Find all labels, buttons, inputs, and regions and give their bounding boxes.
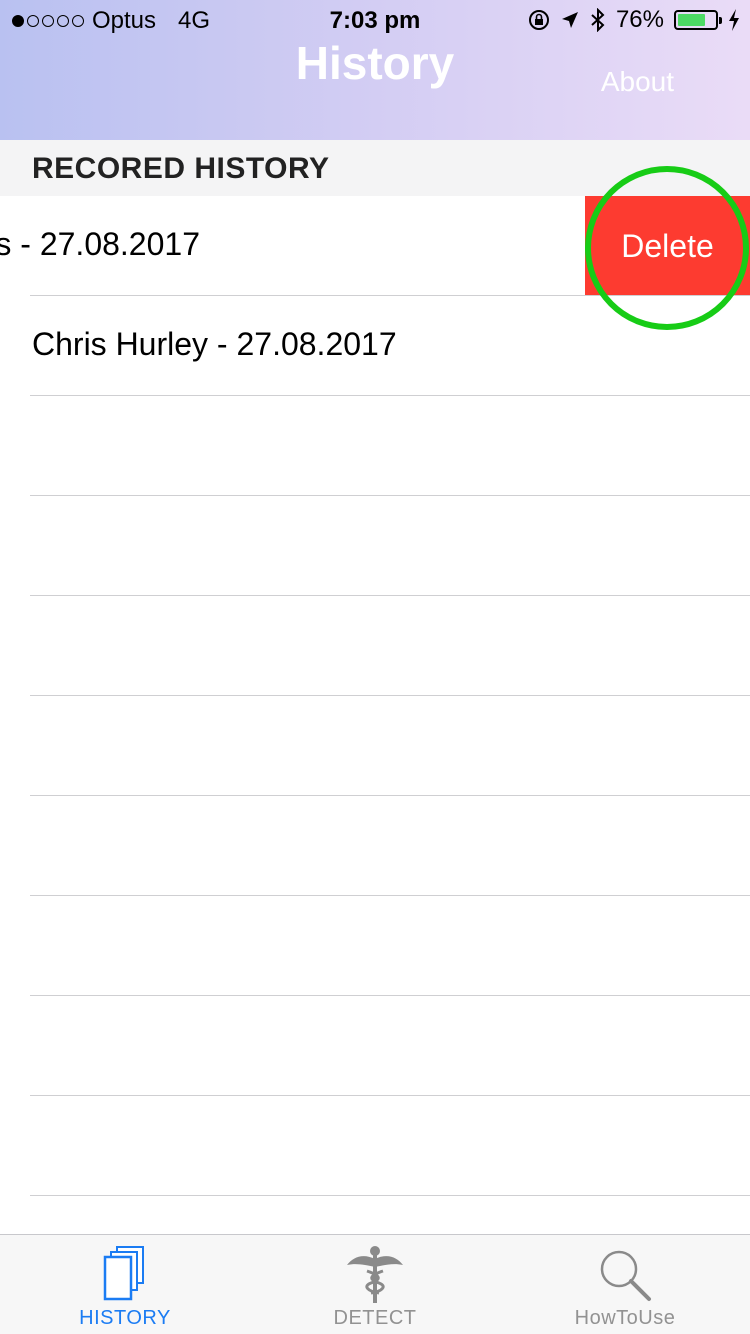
empty-row	[0, 1096, 750, 1196]
status-right: 76%	[528, 6, 740, 34]
tab-label: HISTORY	[79, 1307, 171, 1329]
empty-row	[0, 496, 750, 596]
highlight-circle	[585, 166, 749, 330]
history-entry-label: ones - 27.08.2017	[0, 226, 200, 262]
battery-percent: 76%	[615, 6, 664, 33]
history-table: ones - 27.08.2017 Delete Chris Hurley - …	[0, 196, 750, 1196]
tab-bar: HISTORY DETECT HowToUse	[0, 1234, 750, 1334]
empty-row	[0, 796, 750, 896]
location-arrow-icon	[561, 12, 578, 28]
about-button[interactable]: About	[601, 66, 674, 98]
documents-icon	[103, 1246, 144, 1301]
magnifier-icon	[600, 1250, 651, 1301]
caduceus-icon	[347, 1246, 403, 1303]
empty-row	[0, 596, 750, 696]
empty-row	[0, 896, 750, 996]
empty-row	[0, 996, 750, 1096]
battery-tip	[719, 17, 722, 24]
tab-detect[interactable]: DETECT	[250, 1235, 500, 1334]
empty-row	[0, 396, 750, 496]
navigation-header: Optus 4G 7:03 pm 76% History About	[0, 0, 750, 140]
empty-row	[0, 696, 750, 796]
tab-label: DETECT	[333, 1307, 417, 1329]
charging-bolt-icon	[729, 9, 739, 31]
row-separator	[30, 1195, 750, 1196]
history-entry-label: Chris Hurley - 27.08.2017	[32, 326, 397, 362]
screen: Optus 4G 7:03 pm 76% History About RECOR…	[0, 0, 750, 1334]
rotation-lock-icon	[528, 10, 549, 30]
tab-history[interactable]: HISTORY	[0, 1235, 250, 1334]
tab-howtouse[interactable]: HowToUse	[500, 1235, 750, 1334]
bluetooth-icon	[591, 8, 605, 32]
tab-label: HowToUse	[574, 1307, 676, 1329]
battery-icon	[674, 10, 722, 30]
section-title: RECORED HISTORY	[32, 152, 330, 185]
battery-level	[678, 14, 705, 26]
